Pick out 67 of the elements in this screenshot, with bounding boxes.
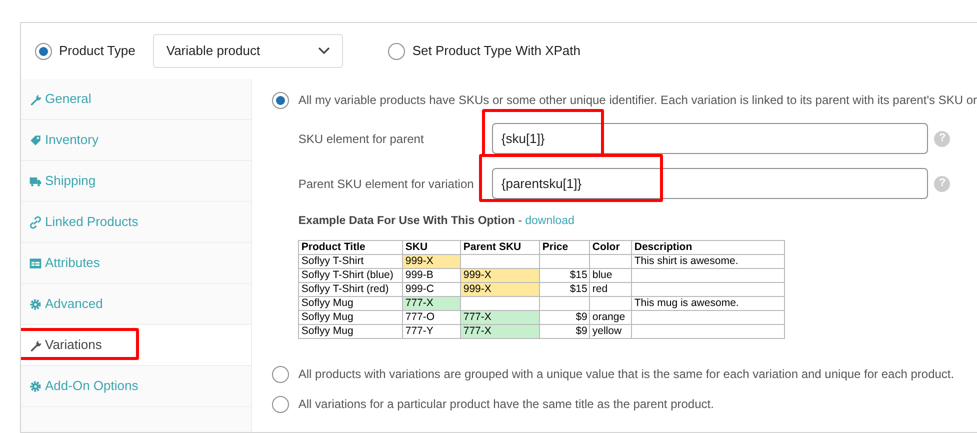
caret-icon: [318, 47, 330, 55]
table-cell: 777-X: [402, 296, 461, 311]
download-link[interactable]: download: [525, 213, 574, 230]
table-cell: $15: [540, 282, 590, 297]
table-cell: 999-X: [460, 282, 540, 297]
radio-button[interactable]: [272, 396, 290, 413]
sidebar-item[interactable]: Inventory: [21, 120, 252, 161]
column-header: Price: [540, 240, 590, 255]
column-header: SKU: [402, 240, 461, 255]
table-cell: $15: [540, 268, 590, 283]
table-cell: This mug is awesome.: [632, 296, 785, 311]
table-cell: 777-X: [460, 324, 540, 339]
table-icon: [29, 256, 42, 270]
column-header: Parent SKU: [460, 240, 540, 255]
help-icon: ?: [934, 130, 950, 146]
sidebar-item[interactable]: General: [21, 79, 252, 120]
table-cell: $9: [540, 324, 590, 339]
column-header: Product Title: [298, 240, 403, 255]
column-header: Color: [590, 240, 632, 255]
input-field[interactable]: {parentsku[1]}: [492, 168, 928, 199]
table-cell: 777-Y: [402, 324, 461, 339]
sidebar-item[interactable]: Attributes: [21, 243, 252, 284]
table-cell: Soflyy T-Shirt: [298, 254, 403, 269]
separator-text: -: [517, 214, 523, 229]
wrench-icon: [29, 338, 42, 352]
gear-icon: [29, 298, 42, 310]
radio-button[interactable]: [272, 366, 290, 383]
table-cell: Soflyy Mug: [298, 324, 403, 339]
gear-icon: [29, 380, 42, 392]
option-label: All products with variations are grouped with a unique value that is the same for each variation and unique for each product.: [298, 366, 954, 384]
table-cell: Soflyy T-Shirt (blue): [298, 268, 403, 283]
table-cell: This shirt is awesome.: [632, 254, 785, 269]
radio-button[interactable]: [388, 42, 406, 60]
table-cell: $9: [540, 310, 590, 325]
table-cell: 999-B: [402, 268, 461, 283]
input-field[interactable]: {sku[1]}: [492, 123, 928, 154]
table-cell: blue: [590, 268, 632, 283]
tag-icon: [29, 134, 42, 146]
table-cell: red: [590, 282, 632, 297]
example-title: Example Data For Use With This Option: [298, 214, 515, 229]
table-cell: 999-X: [402, 254, 461, 269]
field-label: Parent SKU element for variation: [298, 176, 475, 192]
sidebar-item[interactable]: Variations: [21, 325, 252, 366]
truck-icon: [29, 174, 42, 188]
radio-button[interactable]: [272, 92, 290, 108]
sidebar-item[interactable]: Shipping: [21, 161, 252, 202]
sidebar-item[interactable]: Linked Products: [21, 202, 252, 243]
table-cell: Soflyy T-Shirt (red): [298, 282, 403, 297]
product-type-dropdown[interactable]: Variable product: [153, 34, 344, 68]
option-label: All variations for a particular product have the same title as the parent product.: [298, 396, 714, 414]
radio-button[interactable]: [35, 42, 52, 60]
table-cell: 999-X: [460, 268, 540, 283]
wrench-icon: [29, 92, 42, 106]
link-icon: [29, 216, 42, 228]
table-cell: Soflyy Mug: [298, 296, 403, 311]
table-cell: 777-X: [460, 310, 540, 325]
table-cell: 777-O: [402, 310, 461, 325]
column-header: Description: [632, 240, 785, 255]
radio-label: Product Type: [59, 42, 136, 60]
table-cell: orange: [590, 310, 632, 325]
table-cell: Soflyy Mug: [298, 310, 403, 325]
option-label: All my variable products have SKUs or some other unique identifier. Each variation is linked to its parent with its parent's SKU or: [298, 92, 977, 109]
sidebar-item[interactable]: Add-On Options: [21, 366, 252, 407]
field-label: SKU element for parent: [298, 130, 425, 148]
radio-label: Set Product Type With XPath: [412, 42, 580, 60]
table-cell: yellow: [590, 324, 632, 339]
help-icon: ?: [934, 176, 950, 192]
